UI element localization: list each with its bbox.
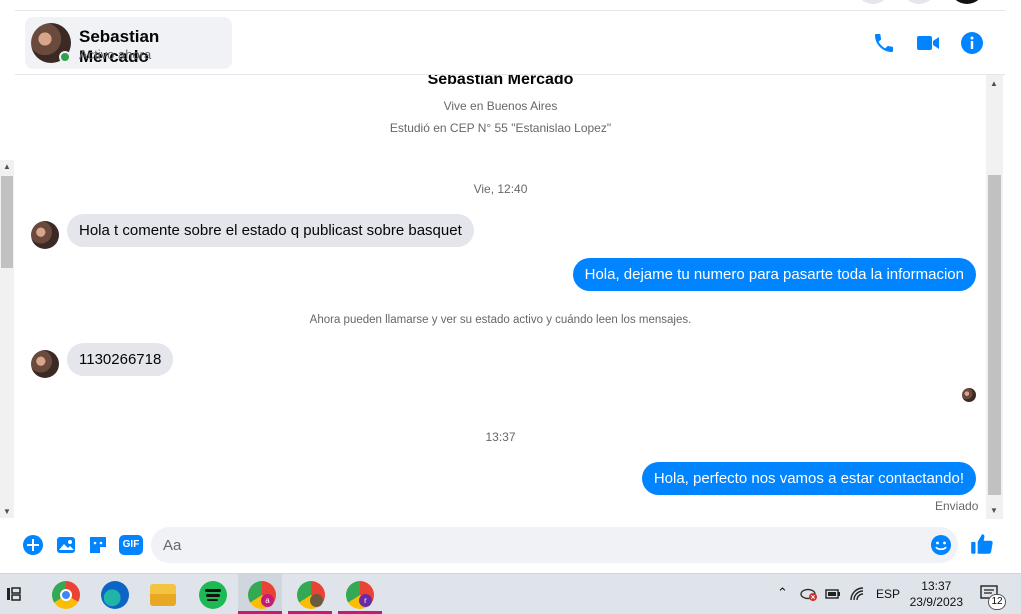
gif-icon[interactable]: GIF: [119, 535, 143, 555]
system-notice: Ahora pueden llamarse y ver su estado ac…: [309, 314, 692, 326]
seen-avatar: [962, 388, 976, 402]
contact-card[interactable]: Sebastian Mercado Activo ahora: [25, 17, 232, 69]
top-circle-button[interactable]: [903, 0, 935, 4]
info-icon[interactable]: [960, 31, 984, 55]
timestamp: Vie, 12:40: [473, 182, 528, 196]
page-scrollbar[interactable]: ▲ ▼: [0, 160, 14, 518]
chrome-profile-a-icon[interactable]: a: [248, 581, 276, 609]
scroll-down-arrow-icon[interactable]: ▼: [990, 506, 998, 515]
sticker-icon[interactable]: [87, 534, 109, 556]
edge-icon[interactable]: [101, 581, 129, 609]
page-scrollbar-thumb[interactable]: [1, 176, 13, 268]
battery-icon[interactable]: [824, 586, 842, 602]
like-icon[interactable]: [969, 531, 995, 557]
video-icon[interactable]: [916, 31, 940, 55]
avatar[interactable]: [31, 221, 59, 249]
chevron-up-icon[interactable]: ⌃: [777, 585, 788, 601]
message-incoming[interactable]: 1130266718: [67, 343, 174, 376]
taskbar: a r ⌃ ESP 13:37 23/9/2023 12: [0, 573, 1021, 614]
avatar[interactable]: [31, 350, 59, 378]
message-incoming[interactable]: Hola t comente sobre el estado q publica…: [67, 214, 474, 247]
profile-name: Sebastian Mercado: [427, 75, 574, 88]
scroll-down-arrow-icon[interactable]: ▼: [3, 507, 11, 516]
language-indicator[interactable]: ESP: [876, 587, 900, 601]
clock[interactable]: 13:37 23/9/2023: [910, 578, 963, 610]
profile-location: Vive en Buenos Aires: [443, 99, 558, 113]
task-view-icon[interactable]: [6, 585, 24, 603]
scroll-up-arrow-icon[interactable]: ▲: [3, 162, 11, 171]
top-circle-button[interactable]: [951, 0, 983, 4]
message-outgoing[interactable]: Hola, dejame tu numero para pasarte toda…: [572, 258, 976, 291]
chrome-profile-r-icon[interactable]: r: [346, 581, 374, 609]
conversation-scrollbar[interactable]: ▲ ▼: [986, 75, 1003, 519]
file-explorer-icon[interactable]: [150, 584, 176, 606]
contact-status: Activo ahora: [79, 47, 152, 62]
conversation[interactable]: Sebastian Mercado Vive en Buenos Aires E…: [15, 75, 1003, 519]
chat-header: Sebastian Mercado Activo ahora: [15, 11, 1005, 75]
scroll-up-arrow-icon[interactable]: ▲: [990, 79, 998, 88]
image-icon[interactable]: [55, 534, 77, 556]
conversation-scrollbar-thumb[interactable]: [988, 175, 1001, 495]
chrome-icon[interactable]: [52, 581, 80, 609]
plus-icon[interactable]: [22, 534, 44, 556]
onedrive-error-icon[interactable]: [800, 586, 818, 602]
wifi-icon[interactable]: [849, 586, 867, 602]
chrome-profile-photo-icon[interactable]: [297, 581, 325, 609]
top-strip: [15, 0, 1005, 11]
timestamp: 13:37: [485, 430, 516, 444]
spotify-icon[interactable]: [199, 581, 227, 609]
phone-icon[interactable]: [872, 31, 896, 55]
message-outgoing[interactable]: Hola, perfecto nos vamos a estar contact…: [641, 462, 976, 495]
composer: GIF: [15, 519, 1005, 573]
profile-education: Estudió en CEP N° 55 "Estanislao Lopez": [389, 121, 612, 135]
top-circle-button[interactable]: [857, 0, 889, 4]
message-input[interactable]: [151, 527, 958, 563]
emoji-icon[interactable]: [930, 534, 952, 556]
online-indicator: [59, 51, 71, 63]
sent-status: Enviado: [935, 499, 979, 513]
notification-count-badge: 12: [988, 594, 1006, 610]
clock-time: 13:37: [921, 579, 952, 593]
clock-date: 23/9/2023: [909, 595, 963, 609]
